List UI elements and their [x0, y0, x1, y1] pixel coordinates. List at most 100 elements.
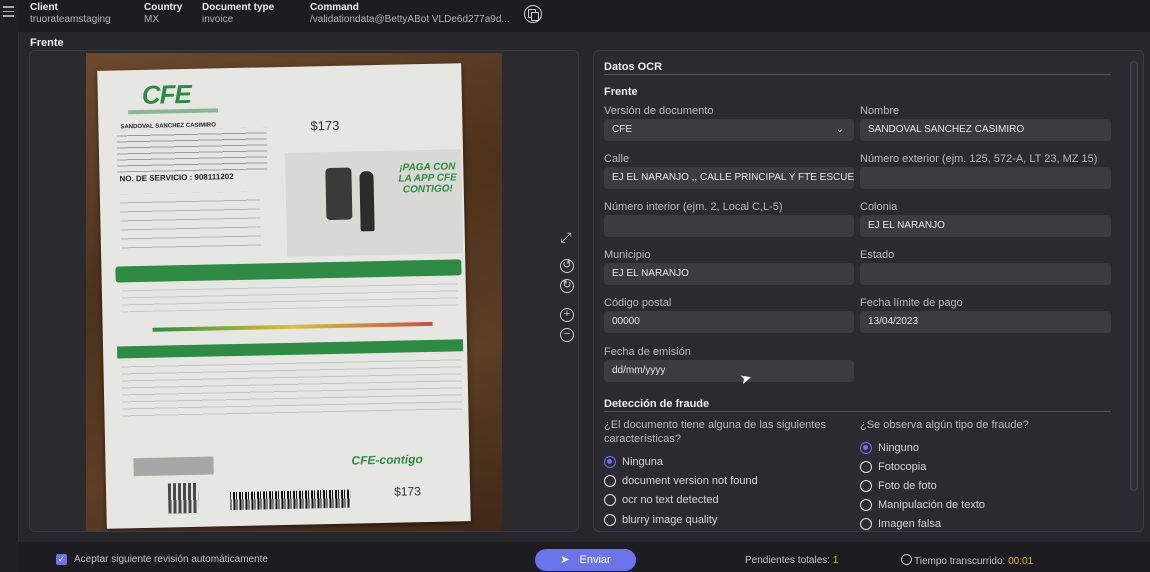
barcode [230, 489, 351, 511]
colonia-field[interactable]: EJ EL NARANJO [860, 215, 1111, 237]
radio-icon [604, 514, 616, 526]
invoice-paper: CFE SANDOVAL SANCHEZ CASIMIRO $173 NO. D… [97, 63, 471, 529]
rotate-right-icon[interactable]: ↻ [560, 279, 574, 293]
pending-label: Pendientes totales: [745, 555, 831, 566]
option-label: Imagen falsa [878, 518, 941, 530]
document-type-value: invoice [202, 14, 234, 25]
doc-version-select[interactable]: CFE ⌄ [604, 119, 854, 141]
option-label: Ninguna [622, 456, 663, 468]
doc-consumption-table [121, 277, 459, 313]
q2-option-fotocopia[interactable]: Fotocopia [860, 460, 926, 474]
time-value: 00:01 [1008, 556, 1034, 567]
document-type-label: Document type [202, 2, 275, 13]
doc-detail-lines [119, 191, 261, 251]
option-label: Ninguno [878, 442, 919, 454]
command-label: Command [310, 2, 359, 13]
q2-option-ninguno[interactable]: Ninguno [860, 441, 919, 455]
fullscreen-icon[interactable]: ⤢ [559, 230, 573, 244]
doc-meter-bar [152, 321, 433, 332]
copy-command-button[interactable] [524, 5, 542, 23]
fraud-title: Detección de fraude [604, 398, 710, 410]
client-value: truorateamstaging [30, 14, 111, 25]
q1-option-version-not-found[interactable]: document version not found [604, 474, 758, 488]
chevron-down-icon: ⌄ [835, 124, 844, 135]
doc-version-value: CFE [612, 124, 632, 135]
header-document-type: Document type invoice [202, 2, 274, 26]
sidebar [0, 0, 19, 572]
elapsed-time: Tiempo transcurrido: 00:01 [901, 554, 1033, 567]
option-label: ocr no text detected [622, 494, 719, 506]
fecha-limite-field[interactable]: 13/04/2023 [860, 311, 1111, 333]
footer-bar: ✓ Aceptar siguiente revisión automáticam… [18, 542, 1150, 572]
send-label: Enviar [579, 554, 611, 566]
radio-icon [604, 494, 616, 506]
radio-icon [604, 475, 616, 487]
promo-text: ¡PAGA CON LA APP CFE CONTIGO! [398, 161, 457, 196]
cfe-logo: CFE [141, 78, 192, 110]
colonia-label: Colonia [860, 201, 898, 213]
nombre-label: Nombre [860, 105, 900, 117]
doc-app-ad: ¡PAGA CON LA APP CFE CONTIGO! [285, 149, 464, 257]
header-command: Command /validationdata@BettyABot VLDe6d… [310, 2, 510, 26]
num-ext-label: Número exterior (ejm. 125, 572-A, LT 23,… [860, 153, 1098, 165]
estado-label: Estado [860, 249, 895, 261]
send-icon: ➤ [560, 554, 570, 566]
q2-option-manipulacion[interactable]: Manipulación de texto [860, 498, 985, 512]
auto-next-checkbox[interactable]: ✓ [56, 554, 67, 565]
radio-icon [860, 518, 872, 530]
q2-option-foto-de-foto[interactable]: Foto de foto [860, 479, 937, 493]
option-label: blurry image quality [622, 514, 718, 526]
client-label: Client [30, 2, 58, 13]
divider [604, 411, 1111, 412]
doc-gray-box [133, 456, 214, 477]
header-bar: Client truorateamstaging Country MX Docu… [18, 0, 1150, 32]
q1-option-ninguna[interactable]: Ninguna [604, 455, 663, 469]
menu-icon[interactable] [3, 6, 14, 20]
estado-field[interactable] [860, 263, 1111, 285]
q1-option-blurry[interactable]: blurry image quality [604, 513, 717, 527]
num-ext-field[interactable] [860, 167, 1111, 189]
calle-field[interactable]: EJ EL NARANJO ,, CALLE PRINCIPAL Y FTE E… [604, 167, 854, 189]
radio-selected-icon [860, 442, 872, 454]
header-client: Client truorateamstaging [30, 2, 111, 26]
ocr-subtitle: Frente [604, 86, 638, 98]
zoom-out-icon[interactable]: − [560, 328, 574, 342]
q1-option-no-text[interactable]: ocr no text detected [604, 493, 719, 507]
section-title: Frente [30, 37, 64, 49]
doc-cost-table [121, 353, 463, 421]
document-photo: CFE SANDOVAL SANCHEZ CASIMIRO $173 NO. D… [86, 53, 502, 531]
country-value: MX [144, 14, 159, 25]
nombre-field[interactable]: SANDOVAL SANCHEZ CASIMIRO [860, 119, 1111, 141]
option-label: Fotocopia [878, 461, 927, 473]
ocr-title: Datos OCR [604, 61, 663, 73]
cp-field[interactable]: 00000 [604, 311, 854, 333]
doc-service-number: NO. DE SERVICIO : 908111202 [119, 172, 234, 184]
option-label: document version not found [622, 475, 758, 487]
fecha-limite-label: Fecha límite de pago [860, 297, 963, 309]
qr-code [167, 482, 199, 514]
zoom-in-icon[interactable]: + [560, 308, 574, 322]
calle-label: Calle [604, 153, 630, 165]
municipio-field[interactable]: EJ EL NARANJO [604, 263, 854, 285]
fecha-emision-label: Fecha de emisión [604, 346, 691, 358]
cp-label: Código postal [604, 297, 672, 309]
scrollbar[interactable] [1130, 61, 1138, 491]
send-button[interactable]: ➤ Enviar [535, 549, 636, 571]
radio-icon [860, 499, 872, 511]
command-value: /validationdata@BettyABot VLDe6d277a9d..… [310, 14, 510, 25]
radio-icon [860, 461, 872, 473]
option-label: Foto de foto [878, 480, 937, 492]
fraud-question-2: ¿Se observa algún tipo de fraude? [860, 419, 1029, 431]
q2-option-imagen-falsa[interactable]: Imagen falsa [860, 517, 941, 531]
divider [604, 74, 1111, 75]
num-int-field[interactable] [604, 215, 854, 237]
option-label: Manipulación de texto [878, 499, 986, 511]
clock-icon [901, 554, 912, 565]
country-label: Country [144, 2, 183, 13]
auto-next-label: Aceptar siguiente revisión automáticamen… [74, 554, 268, 565]
fecha-emision-field[interactable]: dd/mm/yyyy [604, 360, 854, 382]
document-image-panel: CFE SANDOVAL SANCHEZ CASIMIRO $173 NO. D… [29, 50, 579, 532]
rotate-left-icon[interactable]: ↺ [560, 259, 574, 273]
num-int-label: Número interior (ejm. 2, Local C,L-5) [604, 201, 783, 213]
doc-footer-logo: CFE-contigo [351, 452, 423, 468]
